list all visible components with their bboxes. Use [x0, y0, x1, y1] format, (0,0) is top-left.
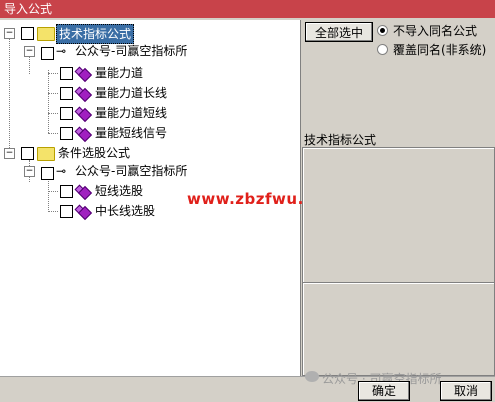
radio-overwrite-label[interactable]: 覆盖同名(非系统): [393, 41, 486, 58]
tree-connector: [48, 113, 58, 114]
tree-node-label: 公众号-司赢空指标所: [75, 44, 188, 58]
checkbox[interactable]: [60, 87, 73, 100]
checkbox[interactable]: [60, 107, 73, 120]
checkbox[interactable]: [60, 205, 73, 218]
key-icon: ⊸: [56, 44, 67, 58]
tree-node-group[interactable]: − ⊸ 公众号-司赢空指标所: [0, 162, 300, 180]
tree-connector: [48, 133, 58, 134]
options-pane: 全部选中 不导入同名公式 覆盖同名(非系统) 技术指标公式: [302, 20, 495, 376]
tree-node-label: 技术指标公式: [56, 24, 135, 44]
tree-connector: [48, 211, 58, 212]
checkbox[interactable]: [60, 67, 73, 80]
checkbox[interactable]: [60, 127, 73, 140]
folder-icon: [37, 147, 55, 161]
collapse-icon[interactable]: −: [4, 28, 15, 39]
tree-node-technical[interactable]: − 技术指标公式: [0, 24, 300, 44]
collapse-icon[interactable]: −: [4, 148, 15, 159]
checkbox[interactable]: [21, 27, 34, 40]
radio-overwrite[interactable]: [377, 44, 388, 55]
tree-node-label: 公众号-司赢空指标所: [75, 164, 188, 178]
tree-item-label: 中长线选股: [95, 204, 156, 218]
tree-connector: [48, 93, 58, 94]
collapse-icon[interactable]: −: [24, 166, 35, 177]
checkbox[interactable]: [41, 167, 54, 180]
wechat-icon: [305, 371, 319, 382]
tree-item-label: 量能短线信号: [95, 126, 168, 140]
tree-connector: [48, 73, 58, 74]
select-all-button[interactable]: 全部选中: [305, 22, 373, 42]
tree-item[interactable]: 量能力道长线: [0, 84, 300, 103]
checkbox[interactable]: [41, 47, 54, 60]
tree-item[interactable]: 量能力道短线: [0, 104, 300, 123]
checkbox[interactable]: [21, 147, 34, 160]
tree-item-label: 量能力道长线: [95, 86, 168, 100]
tree-item[interactable]: 量能力道: [0, 64, 300, 83]
tree-item-label: 量能力道短线: [95, 106, 168, 120]
tree-connector: [48, 191, 58, 192]
window-title: 导入公式: [4, 2, 53, 16]
tree-item-label: 短线选股: [95, 184, 144, 198]
collapse-icon[interactable]: −: [24, 46, 35, 57]
formula-description-box[interactable]: [302, 147, 495, 283]
formula-detail-box[interactable]: [302, 282, 495, 376]
tree-node-screening[interactable]: − 条件选股公式: [0, 144, 300, 162]
tree-item-label: 量能力道: [95, 66, 144, 80]
ok-button[interactable]: 确定: [358, 381, 410, 401]
checkbox[interactable]: [60, 185, 73, 198]
radio-skip-label[interactable]: 不导入同名公式: [393, 22, 477, 39]
title-bar: 导入公式: [0, 0, 495, 18]
key-icon: ⊸: [56, 164, 67, 178]
panel-category-label: 技术指标公式: [304, 133, 377, 147]
radio-skip-duplicates[interactable]: [377, 25, 388, 36]
tree-node-label: 条件选股公式: [58, 146, 131, 160]
cancel-button[interactable]: 取消: [440, 381, 492, 401]
tree-node-group[interactable]: − ⊸ 公众号-司赢空指标所: [0, 42, 300, 60]
tree-item[interactable]: 量能短线信号: [0, 124, 300, 143]
folder-icon: [37, 27, 55, 41]
